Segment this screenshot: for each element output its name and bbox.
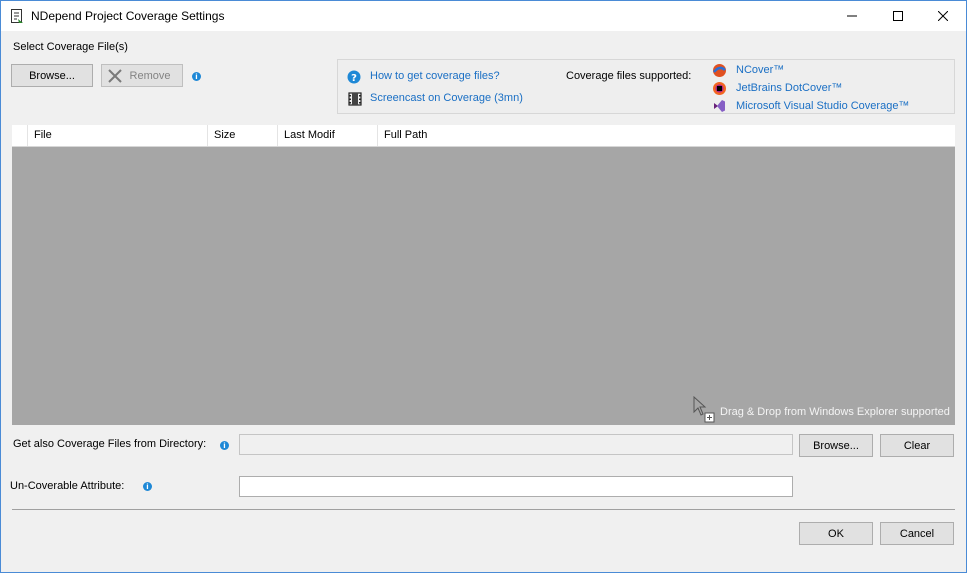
remove-label: Remove [129, 69, 171, 82]
column-header-full-path[interactable]: Full Path [378, 125, 578, 146]
column-header-last-modif[interactable]: Last Modif [278, 125, 378, 146]
remove-x-icon [108, 69, 122, 83]
screencast-link[interactable]: Screencast on Coverage (3mn) [370, 92, 523, 104]
browse-files-button[interactable]: Browse... [11, 64, 93, 87]
ncover-link[interactable]: NCover™ [736, 64, 784, 76]
minimize-button[interactable] [829, 1, 875, 31]
visual-studio-icon [714, 100, 725, 112]
cancel-button[interactable]: Cancel [880, 522, 954, 545]
browse-directory-button[interactable]: Browse... [799, 434, 873, 457]
svg-text:?: ? [351, 73, 357, 84]
dotcover-link[interactable]: JetBrains DotCover™ [736, 82, 842, 94]
dotcover-icon [713, 82, 726, 95]
uncoverable-label: Un-Coverable Attribute: [10, 480, 125, 492]
info-icon[interactable]: i [143, 482, 152, 491]
how-to-link[interactable]: How to get coverage files? [370, 70, 500, 82]
supported-label: Coverage files supported: [566, 70, 692, 82]
directory-label: Get also Coverage Files from Directory: [13, 438, 207, 450]
ncover-icon [713, 64, 726, 77]
help-panel: ? How to get coverage files? Screencast … [337, 59, 955, 114]
vs-coverage-link[interactable]: Microsoft Visual Studio Coverage™ [736, 100, 909, 112]
info-icon[interactable]: i [220, 441, 229, 450]
coverage-files-grid[interactable]: Drag & Drop from Windows Explorer suppor… [12, 147, 955, 425]
minimize-icon [847, 15, 857, 17]
close-icon [938, 11, 948, 21]
help-question-icon: ? [347, 70, 361, 84]
drag-cursor-icon [693, 396, 715, 423]
uncoverable-input[interactable] [239, 476, 793, 497]
maximize-icon [893, 11, 903, 21]
close-button[interactable] [920, 1, 966, 31]
ok-button[interactable]: OK [799, 522, 873, 545]
dialog-window: NDepend Project Coverage Settings Select… [0, 0, 967, 573]
info-icon[interactable]: i [192, 72, 201, 81]
title-bar[interactable]: NDepend Project Coverage Settings [1, 1, 966, 31]
drag-drop-hint: Drag & Drop from Windows Explorer suppor… [720, 406, 950, 418]
section-label: Select Coverage File(s) [13, 41, 128, 53]
document-icon [11, 9, 23, 23]
column-header-size[interactable]: Size [208, 125, 278, 146]
column-header-file[interactable]: File [28, 125, 208, 146]
grid-header-spacer [12, 125, 28, 146]
clear-button[interactable]: Clear [880, 434, 954, 457]
separator [12, 509, 955, 510]
window-title: NDepend Project Coverage Settings [31, 9, 225, 23]
grid-header: File Size Last Modif Full Path [12, 125, 955, 147]
maximize-button[interactable] [875, 1, 921, 31]
directory-input[interactable] [239, 434, 793, 455]
remove-button[interactable]: Remove [101, 64, 183, 87]
film-icon [348, 92, 362, 106]
